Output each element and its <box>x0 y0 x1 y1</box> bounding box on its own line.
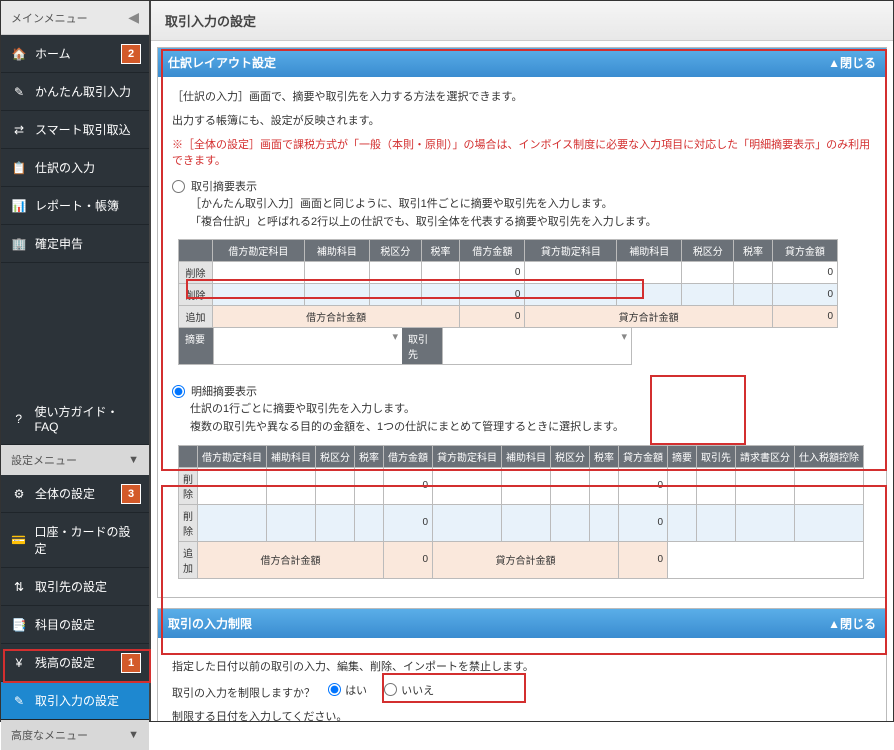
panel-header[interactable]: 取引の入力制限 ▲閉じる <box>158 609 886 638</box>
date-label: 制限する日付を入力してください。 <box>172 708 872 721</box>
sidebar-item-label: 使い方ガイド・FAQ <box>34 403 139 434</box>
badge: 3 <box>121 484 141 504</box>
radio-yes[interactable]: はい <box>328 682 367 698</box>
sidebar-item-journal-input[interactable]: 📋 仕訳の入力 <box>1 149 149 187</box>
summary-label: 摘要 <box>179 328 213 364</box>
sidebar-item-label: ホーム <box>35 45 71 62</box>
sidebar-item-balance-settings[interactable]: ¥ 残高の設定 1 <box>1 644 149 682</box>
desc: 指定した日付以前の取引の入力、編集、削除、インポートを禁止します。 <box>172 658 872 674</box>
table-row: 削除00 <box>179 504 864 541</box>
main-content: 取引入力の設定 仕訳レイアウト設定 ▲閉じる ［仕訳の入力］画面で、摘要や取引先… <box>151 1 893 721</box>
partner-label: 取引先 <box>402 328 442 364</box>
preview-table-1: 借方勘定科目補助科目税区分税率借方金額 貸方勘定科目補助科目税区分税率貸方金額 … <box>178 239 838 328</box>
table-row: 追加借方合計金額0貸方合計金額0 <box>179 541 864 578</box>
sidebar-item-label: 口座・カードの設定 <box>34 523 139 557</box>
sidebar-item-easy-input[interactable]: ✎ かんたん取引入力 <box>1 73 149 111</box>
radio-label: 取引摘要表示 <box>191 178 257 194</box>
help-icon: ? <box>11 411 26 427</box>
sidebar-header: メインメニュー ◀ <box>1 1 149 35</box>
radio-label: 明細摘要表示 <box>191 383 257 399</box>
restrict-question: 取引の入力を制限しますか？ はい いいえ <box>172 682 872 701</box>
sidebar-item-label: かんたん取引入力 <box>35 83 131 100</box>
sidebar-item-label: 取引入力の設定 <box>35 692 119 709</box>
option-sub: ［かんたん取引入力］画面と同じように、取引1件ごとに摘要や取引先を入力します。 <box>190 196 872 214</box>
option-detail-summary[interactable]: 明細摘要表示 <box>172 383 872 399</box>
pencil-icon: ✎ <box>11 84 27 100</box>
sidebar-item-label: 科目の設定 <box>35 616 95 633</box>
panel-title: 取引の入力制限 <box>168 615 252 632</box>
desc: ［仕訳の入力］画面で、摘要や取引先を入力する方法を選択できます。 <box>172 89 872 107</box>
partner-input[interactable]: ▾ <box>442 328 631 364</box>
doc-icon: 📑 <box>11 617 27 633</box>
sidebar-item-subject-settings[interactable]: 📑 科目の設定 <box>1 606 149 644</box>
sidebar-item-global-settings[interactable]: ⚙ 全体の設定 3 <box>1 475 149 513</box>
sidebar-title: メインメニュー <box>11 10 88 26</box>
page-title: 取引入力の設定 <box>151 1 893 41</box>
journal-layout-panel: 仕訳レイアウト設定 ▲閉じる ［仕訳の入力］画面で、摘要や取引先を入力する方法を… <box>157 47 887 598</box>
sidebar-item-input-settings[interactable]: ✎ 取引入力の設定 <box>1 682 149 720</box>
summary-input[interactable]: ▾ <box>213 328 402 364</box>
sidebar-item-partner-settings[interactable]: ⇅ 取引先の設定 <box>1 568 149 606</box>
sidebar-item-tax-filing[interactable]: 🏢 確定申告 <box>1 225 149 263</box>
sidebar: メインメニュー ◀ 🏠 ホーム 2 ✎ かんたん取引入力 ⇄ スマート取引取込 … <box>1 1 151 721</box>
radio-input[interactable] <box>172 385 185 398</box>
dropdown-icon: ▾ <box>392 330 398 343</box>
dropdown-icon: ▾ <box>621 330 627 343</box>
badge: 1 <box>121 653 141 673</box>
table-row: 削除00 <box>179 284 838 306</box>
warning: ※［全体の設定］画面で課税方式が「一般（本則・原則）」の場合は、インボイス制度に… <box>172 136 872 168</box>
option-sub: 複数の取引先や異なる目的の金額を、1つの仕訳にまとめて管理するときに選択します。 <box>190 419 872 437</box>
sort-icon: ⇅ <box>11 579 27 595</box>
panel-close[interactable]: ▲閉じる <box>828 54 876 71</box>
option-sub: 「複合仕訳」と呼ばれる2行以上の仕訳でも、取引全体を代表する摘要や取引先を入力し… <box>190 214 872 232</box>
building-icon: 🏢 <box>11 236 27 252</box>
sidebar-item-label: 取引先の設定 <box>35 578 107 595</box>
radio-input[interactable] <box>172 180 185 193</box>
panel-header[interactable]: 仕訳レイアウト設定 ▲閉じる <box>158 48 886 77</box>
option-transaction-summary[interactable]: 取引摘要表示 <box>172 178 872 194</box>
table-row: 削除00 <box>179 262 838 284</box>
swap-icon: ⇄ <box>11 122 27 138</box>
sidebar-item-label: レポート・帳簿 <box>35 197 119 214</box>
pencil-icon: ✎ <box>11 693 27 709</box>
home-icon: 🏠 <box>11 46 27 62</box>
sidebar-item-account-card[interactable]: 💳 口座・カードの設定 <box>1 513 149 568</box>
yen-icon: ¥ <box>11 655 27 671</box>
clipboard-icon: 📋 <box>11 160 27 176</box>
radio-no[interactable]: いいえ <box>384 682 434 698</box>
sidebar-item-help[interactable]: ? 使い方ガイド・FAQ <box>1 393 149 445</box>
sidebar-item-label: 残高の設定 <box>35 654 95 671</box>
card-icon: 💳 <box>11 532 26 548</box>
preview-table-2: 借方勘定科目補助科目税区分税率借方金額 貸方勘定科目補助科目税区分税率貸方金額 … <box>178 445 864 579</box>
sidebar-item-label: 全体の設定 <box>35 485 95 502</box>
chevron-down-icon: ▼ <box>128 454 139 466</box>
chart-icon: 📊 <box>11 198 27 214</box>
sidebar-item-smart-import[interactable]: ⇄ スマート取引取込 <box>1 111 149 149</box>
panel-title: 仕訳レイアウト設定 <box>168 54 276 71</box>
collapse-icon[interactable]: ◀ <box>128 9 139 26</box>
table-row: 削除00 <box>179 467 864 504</box>
sidebar-item-label: 仕訳の入力 <box>35 159 95 176</box>
desc: 出力する帳簿にも、設定が反映されます。 <box>172 113 872 131</box>
sidebar-item-label: スマート取引取込 <box>35 121 131 138</box>
gear-icon: ⚙ <box>11 486 27 502</box>
chevron-down-icon: ▼ <box>128 729 139 741</box>
table-row: 追加借方合計金額0貸方合計金額0 <box>179 306 838 328</box>
input-restriction-panel: 取引の入力制限 ▲閉じる 指定した日付以前の取引の入力、編集、削除、インポートを… <box>157 608 887 721</box>
sidebar-item-label: 確定申告 <box>35 235 83 252</box>
panel-close[interactable]: ▲閉じる <box>828 615 876 632</box>
advanced-section-header[interactable]: 高度なメニュー ▼ <box>1 720 149 750</box>
option-sub: 仕訳の1行ごとに摘要や取引先を入力します。 <box>190 401 872 419</box>
settings-section-header[interactable]: 設定メニュー ▼ <box>1 445 149 475</box>
summary-row: 摘要 ▾ 取引先 ▾ <box>178 327 632 365</box>
sidebar-item-reports[interactable]: 📊 レポート・帳簿 <box>1 187 149 225</box>
badge: 2 <box>121 44 141 64</box>
sidebar-item-home[interactable]: 🏠 ホーム 2 <box>1 35 149 73</box>
